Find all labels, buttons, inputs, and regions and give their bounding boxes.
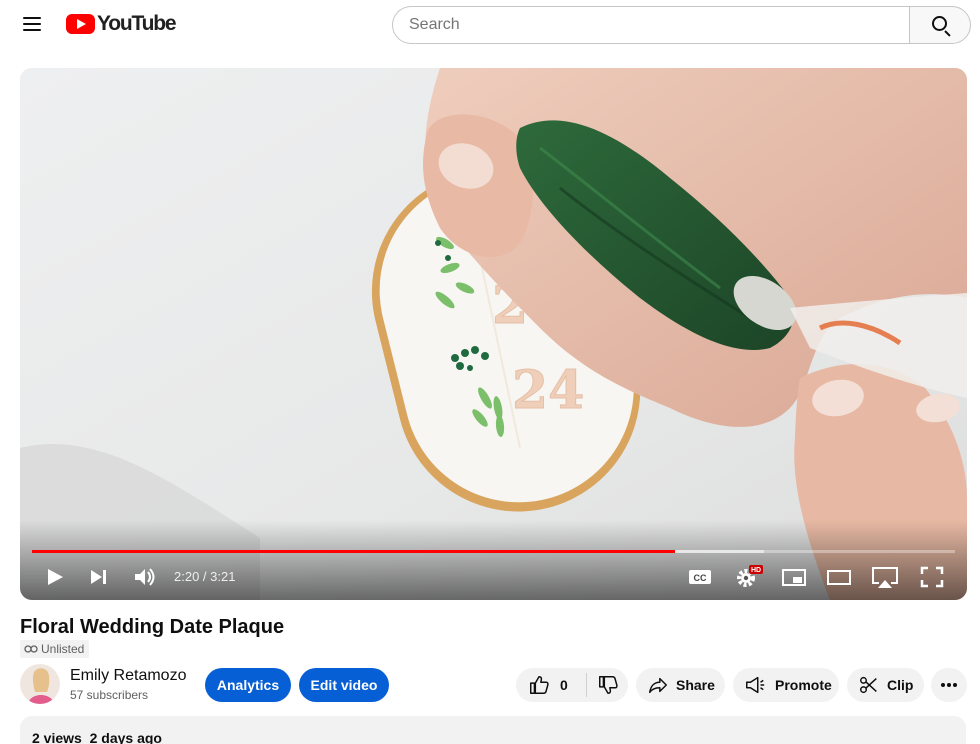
link-icon [24,645,38,653]
share-icon [649,677,667,694]
fullscreen-icon [920,566,944,588]
miniplayer-button[interactable] [780,562,808,592]
miniplayer-icon [782,569,806,586]
airplay-button[interactable] [870,562,900,592]
theater-mode-button[interactable] [825,562,853,592]
menu-icon-bar [23,29,41,31]
hd-badge-label: HD [751,567,761,574]
volume-button[interactable] [132,562,158,592]
video-title: Floral Wedding Date Plaque [20,616,285,638]
guide-menu-button[interactable] [14,6,50,42]
thumbs-up-icon [530,676,549,694]
cookie-number-bottom: 24 [512,360,584,421]
like-button[interactable]: 0 [516,668,586,702]
search-input[interactable] [393,7,910,43]
subscriber-count: 57 subscribers [70,688,149,702]
dislike-button[interactable] [587,668,628,702]
search-box [392,6,910,44]
progress-bar[interactable] [32,550,955,553]
megaphone-icon [746,676,765,694]
clip-label: Clip [887,677,914,693]
settings-button[interactable]: HD [732,562,764,592]
edit-video-button[interactable]: Edit video [299,668,389,702]
progress-played [32,550,676,553]
visibility-label: Unlisted [41,642,85,656]
subtitles-button[interactable]: CC [686,562,714,592]
youtube-play-icon [66,14,95,34]
visibility-badge: Unlisted [20,640,90,658]
share-label: Share [676,677,715,693]
menu-icon-bar [23,17,41,19]
airplay-icon [872,567,898,588]
promote-button[interactable]: Promote [733,668,839,702]
channel-name[interactable]: Emily Retamozo [70,667,186,685]
search-button[interactable] [909,6,971,44]
share-button[interactable]: Share [636,668,725,702]
views-and-date: 2 views 2 days ago [32,730,162,744]
menu-icon-bar [23,23,41,25]
video-player[interactable]: 28 24 [20,68,967,600]
like-count: 0 [560,677,568,693]
search-icon-handle [944,30,951,37]
play-button[interactable] [42,562,68,592]
closed-captions-icon: CC [689,570,711,584]
time-display: 2:20 / 3:21 [174,569,236,584]
next-icon [91,570,106,584]
fullscreen-button[interactable] [918,562,946,592]
like-dislike-group: 0 [516,668,628,702]
search-icon [932,16,947,31]
youtube-logo[interactable]: YouTube [66,12,177,35]
more-actions-button[interactable] [931,668,967,702]
youtube-wordmark: YouTube [97,12,177,35]
more-horizontal-icon [941,683,957,687]
description-box[interactable]: 2 views 2 days ago [20,716,966,744]
theater-mode-icon [827,570,851,585]
thumbs-down-icon [598,676,618,694]
next-button[interactable] [86,562,112,592]
analytics-button[interactable]: Analytics [205,668,291,702]
svg-text:CC: CC [694,573,707,583]
promote-label: Promote [775,677,832,693]
clip-button[interactable]: Clip [847,668,924,702]
play-icon [48,569,63,585]
avatar[interactable] [20,664,60,704]
masthead: YouTube [0,0,980,50]
scissors-icon [860,676,877,694]
volume-icon [135,568,155,586]
